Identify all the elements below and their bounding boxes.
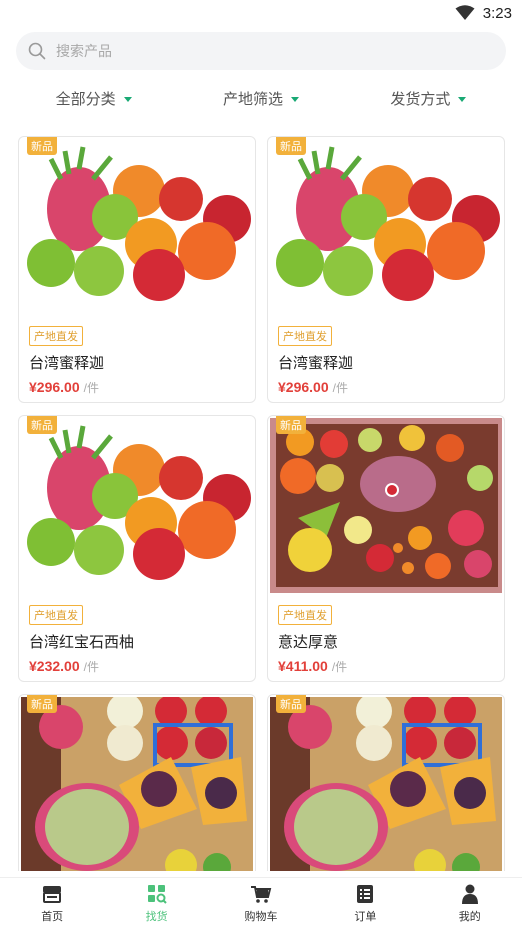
new-badge: 新品	[27, 695, 57, 713]
new-badge: 新品	[276, 137, 306, 155]
nav-home-label: 首页	[41, 910, 64, 923]
product-price: ¥296.00	[278, 379, 329, 395]
filter-origin-label: 产地筛选	[222, 90, 283, 108]
nav-profile[interactable]: 我的	[435, 883, 505, 924]
origin-tag: 产地直发	[29, 326, 83, 346]
product-name: 意达厚意	[278, 634, 339, 651]
product-image-melon-box	[21, 697, 253, 871]
price-unit: /件	[331, 660, 348, 674]
product-price: ¥232.00	[29, 658, 80, 674]
find-goods-icon	[147, 884, 167, 904]
filter-shipping[interactable]: 发货方式	[390, 88, 467, 109]
product-image-mixed-fruit	[270, 139, 502, 314]
nav-find-goods-label: 找货	[145, 910, 168, 923]
search-icon	[28, 42, 46, 60]
product-image-mixed-fruit	[21, 418, 253, 593]
price-unit: /件	[83, 381, 99, 395]
product-price: ¥411.00	[278, 658, 328, 674]
origin-tag: 产地直发	[278, 605, 332, 625]
status-bar: 3:23	[0, 0, 522, 26]
price-unit: /件	[83, 660, 99, 674]
new-badge: 新品	[276, 695, 306, 713]
nav-home[interactable]: 首页	[17, 883, 87, 924]
filter-category[interactable]: 全部分类	[56, 88, 132, 109]
nav-cart[interactable]: 购物车	[226, 883, 296, 924]
cart-icon	[250, 885, 272, 903]
filter-shipping-label: 发货方式	[390, 90, 451, 108]
product-name: 台湾蜜释迦	[278, 355, 354, 372]
product-name: 台湾蜜释迦	[29, 355, 105, 372]
product-card[interactable]: 新品	[267, 415, 505, 682]
nav-cart-label: 购物车	[244, 910, 278, 923]
shop-icon	[43, 885, 62, 903]
user-icon	[461, 884, 478, 904]
origin-tag: 产地直发	[278, 326, 332, 346]
product-grid: 新品 产地直发 台湾蜜释迦 ¥296.00 /件 新品 产地直发 台湾蜜释迦 ¥…	[0, 126, 522, 871]
nav-find-goods[interactable]: 找货	[122, 883, 192, 924]
bottom-nav: 首页 找货 购物车 订单 我的	[0, 877, 522, 928]
origin-tag: 产地直发	[29, 605, 83, 625]
caret-down-icon	[458, 96, 467, 102]
caret-down-icon	[123, 96, 132, 102]
nav-profile-label: 我的	[458, 910, 481, 923]
caret-down-icon	[291, 96, 299, 102]
new-badge: 新品	[276, 416, 306, 434]
search-box[interactable]	[16, 32, 506, 70]
price-row: ¥296.00 /件	[278, 379, 504, 396]
product-image-mixed-fruit	[21, 139, 253, 314]
product-card[interactable]: 新品	[18, 694, 256, 871]
price-row: ¥411.00 /件	[278, 658, 504, 675]
product-card[interactable]: 新品 产地直发 台湾蜜释迦 ¥296.00 /件	[18, 136, 256, 403]
filter-category-label: 全部分类	[55, 90, 116, 108]
product-name: 台湾红宝石西柚	[29, 634, 135, 651]
nav-orders-label: 订单	[354, 910, 377, 923]
filter-bar: 全部分类 产地筛选 发货方式	[0, 70, 522, 126]
status-time: 3:23	[482, 4, 512, 22]
price-row: ¥296.00 /件	[29, 379, 255, 396]
product-image-fruit-gift-box	[270, 418, 502, 593]
wifi-icon	[455, 5, 475, 20]
new-badge: 新品	[27, 137, 57, 155]
order-list-icon	[357, 884, 374, 903]
search-area	[0, 26, 522, 70]
price-row: ¥232.00 /件	[29, 658, 255, 675]
nav-orders[interactable]: 订单	[330, 883, 400, 924]
product-price: ¥296.00	[29, 379, 80, 395]
product-card[interactable]: 新品 产地直发 台湾红宝石西柚 ¥232.00 /件	[18, 415, 256, 682]
price-unit: /件	[332, 381, 348, 395]
filter-origin[interactable]: 产地筛选	[223, 88, 299, 109]
product-card[interactable]: 新品 产地直发 台湾蜜释迦 ¥296.00 /件	[267, 136, 505, 403]
product-image-melon-box	[270, 697, 502, 871]
new-badge: 新品	[27, 416, 57, 434]
product-card[interactable]: 新品	[267, 694, 505, 871]
search-input[interactable]	[56, 43, 456, 59]
